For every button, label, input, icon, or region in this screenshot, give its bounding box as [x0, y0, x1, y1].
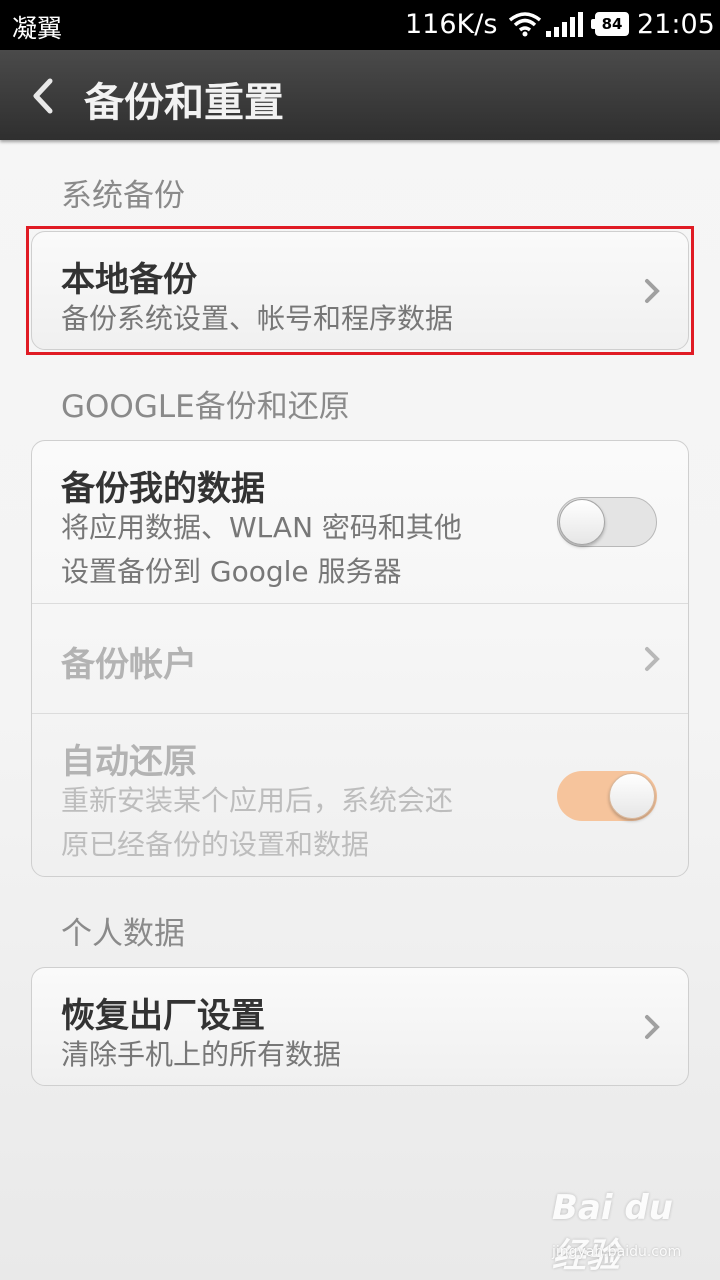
- backup-account-title: 备份帐户: [61, 645, 197, 685]
- backup-my-data-subtitle-1: 将应用数据、WLAN 密码和其他: [61, 511, 462, 544]
- google-backup-card: 备份我的数据 将应用数据、WLAN 密码和其他 设置备份到 Google 服务器…: [31, 440, 689, 877]
- factory-reset-subtitle: 清除手机上的所有数据: [61, 1038, 342, 1071]
- auto-restore-row[interactable]: 自动还原 重新安装某个应用后，系统会还 原已经备份的设置和数据: [32, 714, 688, 876]
- status-bar: 凝翼 116K/s 84 21:05: [0, 0, 720, 50]
- title-bar: 备份和重置: [0, 50, 720, 140]
- network-speed: 116K/s: [405, 9, 498, 40]
- backup-my-data-title: 备份我的数据: [61, 469, 265, 509]
- back-arrow-icon[interactable]: [24, 76, 64, 116]
- carrier-name: 凝翼: [12, 14, 63, 43]
- local-backup-row[interactable]: 本地备份 备份系统设置、帐号和程序数据: [32, 232, 688, 349]
- chevron-right-icon: [645, 1015, 660, 1039]
- toggle-knob: [609, 773, 655, 819]
- backup-my-data-toggle[interactable]: [557, 497, 657, 547]
- factory-reset-row[interactable]: 恢复出厂设置 清除手机上的所有数据: [32, 968, 688, 1085]
- chevron-right-icon: [645, 647, 660, 671]
- section-label-google-backup: GOOGLE备份和还原: [61, 389, 350, 425]
- backup-account-row[interactable]: 备份帐户: [32, 604, 688, 713]
- chevron-right-icon: [645, 279, 660, 303]
- battery-icon: 84: [595, 12, 629, 36]
- local-backup-title: 本地备份: [61, 260, 197, 300]
- clock: 21:05: [637, 9, 715, 40]
- auto-restore-subtitle-1: 重新安装某个应用后，系统会还: [61, 784, 454, 817]
- auto-restore-toggle[interactable]: [557, 771, 657, 821]
- backup-my-data-row[interactable]: 备份我的数据 将应用数据、WLAN 密码和其他 设置备份到 Google 服务器: [32, 441, 688, 603]
- factory-reset-card[interactable]: 恢复出厂设置 清除手机上的所有数据: [31, 967, 689, 1086]
- page-title: 备份和重置: [84, 80, 284, 126]
- watermark-url: jingyan.baidu.com: [552, 1244, 682, 1260]
- watermark-logo: Bai du 经验: [552, 1188, 673, 1276]
- auto-restore-subtitle-2: 原已经备份的设置和数据: [61, 828, 370, 861]
- section-label-personal-data: 个人数据: [61, 916, 185, 952]
- backup-my-data-subtitle-2: 设置备份到 Google 服务器: [61, 555, 402, 588]
- local-backup-card[interactable]: 本地备份 备份系统设置、帐号和程序数据: [31, 231, 689, 350]
- toggle-knob: [559, 499, 605, 545]
- local-backup-subtitle: 备份系统设置、帐号和程序数据: [61, 302, 454, 335]
- wifi-icon: [508, 12, 542, 37]
- section-label-system-backup: 系统备份: [61, 178, 185, 214]
- factory-reset-title: 恢复出厂设置: [61, 996, 265, 1036]
- baidu-watermark: Bai du 经验 jingyan.baidu.com: [552, 1188, 682, 1276]
- signal-icon: [546, 12, 583, 37]
- auto-restore-title: 自动还原: [61, 742, 197, 782]
